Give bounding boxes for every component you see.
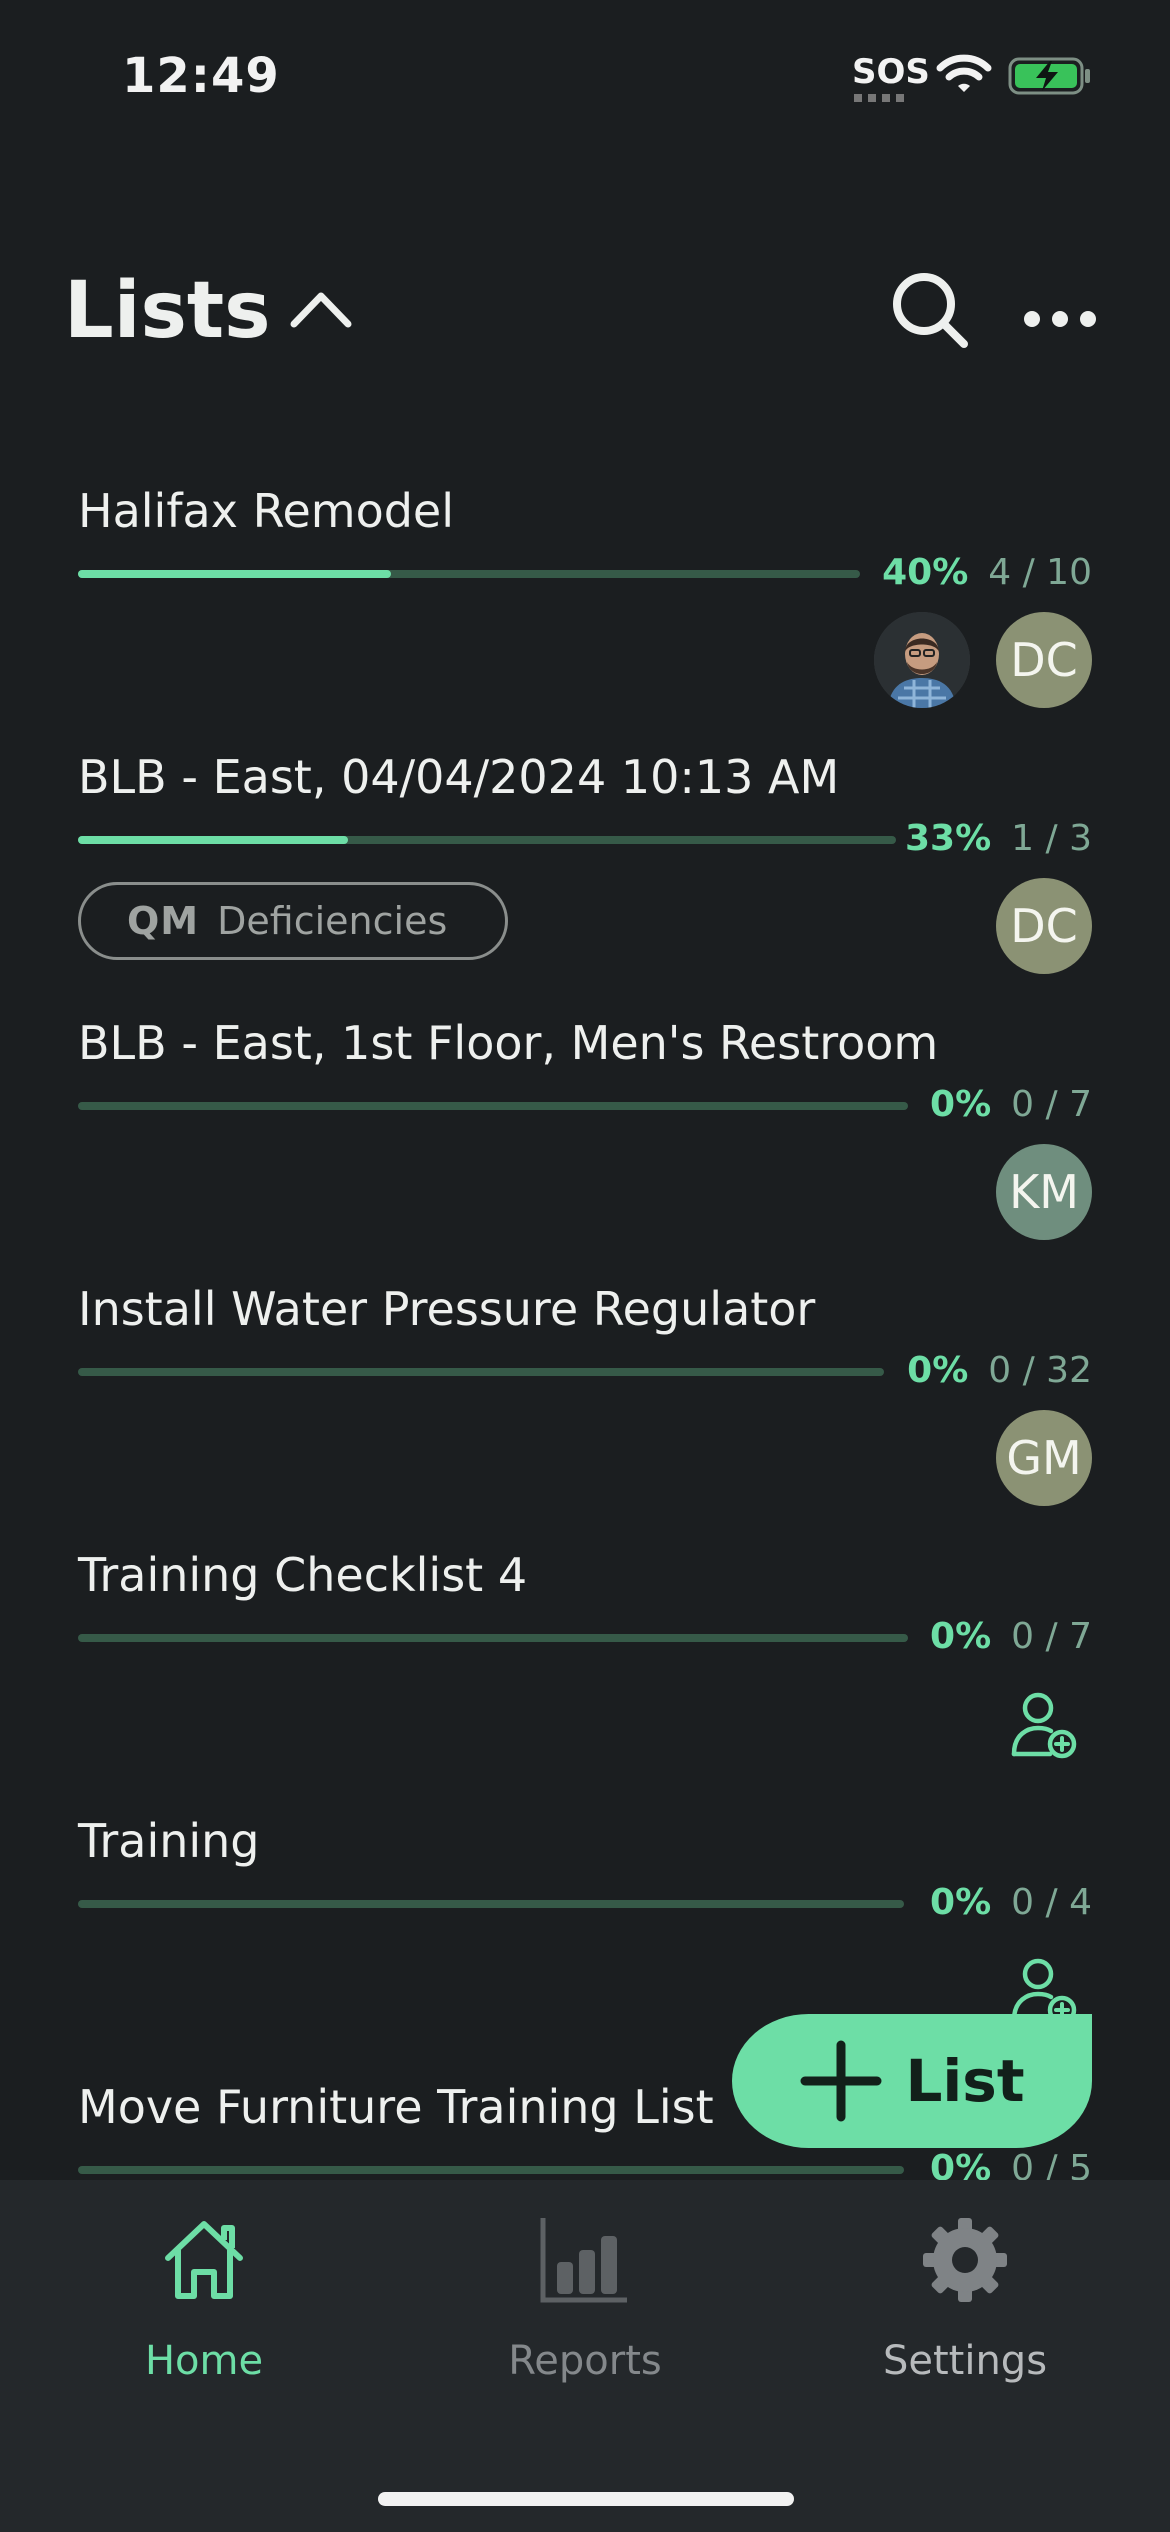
progress-percent: 33%	[905, 818, 992, 859]
item-count: 4 / 10	[988, 552, 1092, 593]
qm-logo-icon: QM	[127, 899, 200, 943]
avatar-photo	[874, 612, 970, 708]
more-horizontal-icon	[1024, 311, 1096, 327]
home-icon	[165, 2221, 243, 2299]
list-item[interactable]: Install Water Pressure Regulator 0% 0 / 3…	[0, 1258, 1170, 1524]
progress-percent: 0%	[930, 1882, 992, 1923]
bottom-nav: Home Reports Settings	[0, 2180, 1170, 2532]
page-title: Lists	[64, 266, 271, 356]
home-indicator	[378, 2492, 794, 2506]
progress-stats: 0% 0 / 32	[907, 1350, 1092, 1391]
battery-charging-icon	[1008, 57, 1090, 95]
assignees[interactable]	[996, 1676, 1092, 1772]
progress-percent: 0%	[907, 1350, 969, 1391]
avatar: DC	[996, 612, 1092, 708]
item-count: 0 / 7	[1011, 1084, 1092, 1125]
progress-track	[78, 1102, 908, 1110]
avatar: DC	[996, 878, 1092, 974]
list-title: Training	[78, 1814, 260, 1868]
bar-chart-icon	[540, 2218, 627, 2303]
list-item[interactable]: BLB - East, 1st Floor, Men's Restroom 0%…	[0, 992, 1170, 1258]
progress-percent: 0%	[930, 1084, 992, 1125]
nav-label: Reports	[508, 2338, 662, 2384]
progress-track	[78, 1634, 908, 1642]
signal-dots-icon	[854, 94, 910, 102]
search-button[interactable]	[880, 260, 980, 360]
progress-percent: 0%	[930, 1616, 992, 1657]
status-bar: 12:49 SOS	[0, 0, 1170, 150]
nav-reports[interactable]: Reports	[435, 2210, 735, 2400]
add-list-label: List	[905, 2047, 1025, 2115]
progress-track	[78, 570, 860, 578]
gear-icon	[923, 2218, 1007, 2302]
progress-stats: 33% 1 / 3	[905, 818, 1092, 859]
progress-track	[78, 1368, 884, 1376]
progress-track	[78, 836, 896, 844]
nav-settings[interactable]: Settings	[815, 2210, 1115, 2400]
avatar: KM	[996, 1144, 1092, 1240]
progress-stats: 0% 0 / 4	[930, 1882, 1092, 1923]
list-item[interactable]: Training Checklist 4 0% 0 / 7	[0, 1524, 1170, 1790]
tag-chip-deficiencies[interactable]: QM Deficiencies	[78, 882, 508, 960]
list-title: Halifax Remodel	[78, 484, 454, 538]
status-time: 12:49	[122, 48, 280, 104]
nav-home[interactable]: Home	[54, 2210, 354, 2400]
header: Lists	[0, 240, 1170, 370]
search-icon	[893, 273, 968, 348]
progress-track	[78, 2166, 904, 2174]
assignees[interactable]: GM	[996, 1410, 1092, 1506]
nav-label: Home	[144, 2338, 264, 2384]
more-options-button[interactable]	[1016, 260, 1116, 360]
progress-stats: 0% 0 / 7	[930, 1616, 1092, 1657]
list-title: Move Furniture Training List	[78, 2080, 714, 2134]
plus-icon	[800, 2040, 882, 2122]
list-item[interactable]: BLB - East, 04/04/2024 10:13 AM 33% 1 / 3…	[0, 726, 1170, 992]
progress-track	[78, 1900, 904, 1908]
list-title: Install Water Pressure Regulator	[78, 1282, 816, 1336]
item-count: 0 / 32	[988, 1350, 1092, 1391]
progress-stats: 40% 4 / 10	[882, 552, 1092, 593]
item-count: 0 / 7	[1011, 1616, 1092, 1657]
chevron-up-icon[interactable]	[290, 288, 352, 328]
assignees[interactable]: DC	[996, 878, 1092, 974]
progress-percent: 40%	[882, 552, 969, 593]
item-count: 1 / 3	[1011, 818, 1092, 859]
list-title: BLB - East, 04/04/2024 10:13 AM	[78, 750, 840, 804]
list-title: Training Checklist 4	[78, 1548, 528, 1602]
progress-fill	[78, 570, 391, 578]
wifi-icon	[936, 54, 992, 92]
add-person-icon[interactable]	[996, 1676, 1092, 1772]
add-list-button[interactable]: List	[732, 2014, 1092, 2148]
assignees[interactable]: KM	[996, 1144, 1092, 1240]
assignees[interactable]: DC	[874, 612, 1092, 708]
item-count: 0 / 4	[1011, 1882, 1092, 1923]
nav-label: Settings	[882, 2338, 1048, 2384]
progress-fill	[78, 836, 348, 844]
sos-indicator: SOS	[852, 52, 930, 92]
list-title: BLB - East, 1st Floor, Men's Restroom	[78, 1016, 939, 1070]
tag-label: Deficiencies	[217, 899, 448, 943]
avatar: GM	[996, 1410, 1092, 1506]
user-photo-icon	[874, 612, 970, 708]
list-item[interactable]: Halifax Remodel 40% 4 / 10 DC	[0, 460, 1170, 726]
progress-stats: 0% 0 / 7	[930, 1084, 1092, 1125]
